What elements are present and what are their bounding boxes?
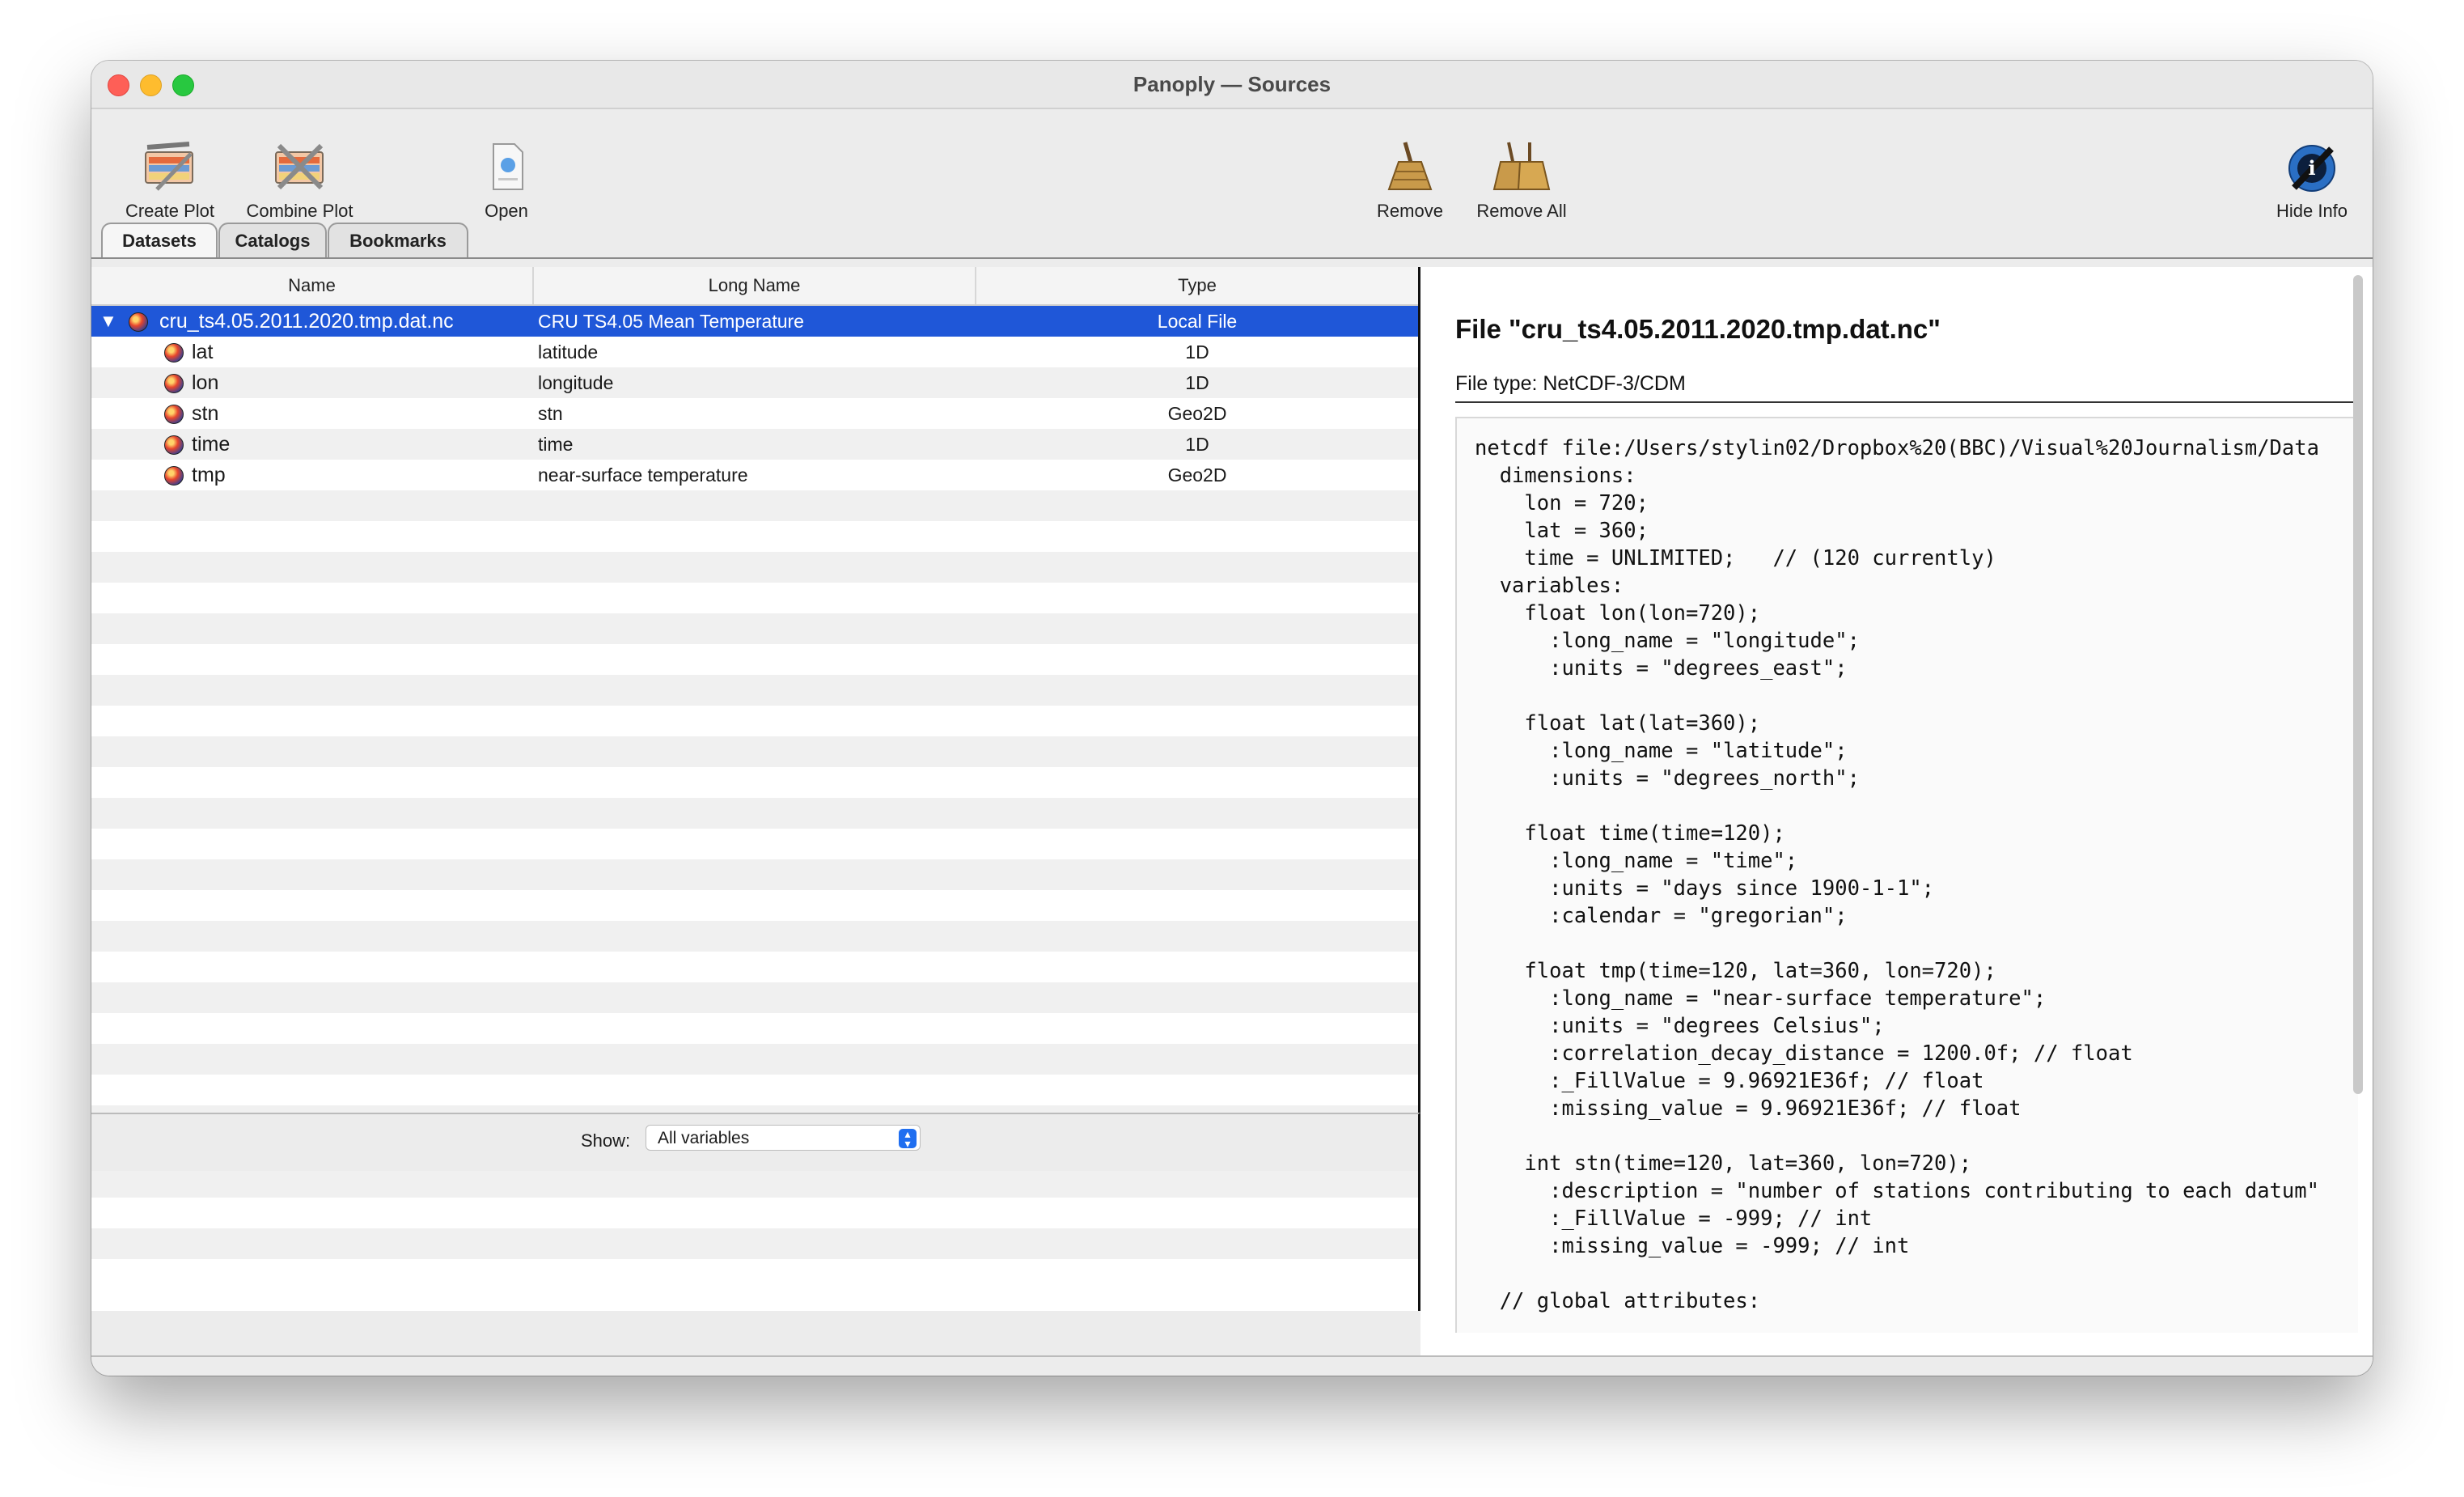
status-bar (91, 1355, 2373, 1376)
table-row[interactable]: ▼ cru_ts4.05.2011.2020.tmp.dat.nc CRU TS… (91, 306, 1418, 337)
open-button[interactable]: Open (470, 138, 543, 222)
table-row[interactable]: lat latitude 1D (91, 337, 1418, 367)
row-name: time (192, 433, 231, 456)
empty-table-row (91, 767, 1418, 798)
table-row[interactable]: stn stn Geo2D (91, 398, 1418, 429)
svg-text:i: i (2308, 156, 2315, 180)
combine-plot-icon (271, 138, 329, 196)
table-row[interactable]: time time 1D (91, 429, 1418, 460)
row-name: stn (192, 402, 219, 425)
hide-info-label: Hide Info (2276, 201, 2348, 221)
empty-table-row (91, 552, 1418, 583)
show-variables-select[interactable]: All variables ▴ ▾ (646, 1125, 921, 1151)
create-plot-icon (141, 138, 199, 196)
column-header-type[interactable]: Type (976, 267, 1418, 304)
combine-plot-label: Combine Plot (246, 201, 354, 221)
empty-table-row (91, 490, 1418, 521)
create-plot-label: Create Plot (125, 201, 215, 221)
table-footer: Show: All variables ▴ ▾ (91, 1113, 1420, 1171)
row-type: 1D (1185, 372, 1209, 393)
row-name: lon (192, 371, 219, 394)
select-arrows-icon: ▴ ▾ (899, 1128, 917, 1149)
show-label: Show: (581, 1130, 631, 1151)
tab-divider (91, 257, 2373, 259)
variable-globe-icon (164, 435, 184, 455)
empty-table-row (91, 644, 1418, 675)
file-title: File "cru_ts4.05.2011.2020.tmp.dat.nc" (1455, 314, 1941, 344)
empty-table-row (91, 952, 1418, 982)
row-long-name: latitude (538, 341, 599, 363)
empty-table-row (91, 829, 1418, 859)
tab-catalogs[interactable]: Catalogs (218, 223, 327, 258)
info-panel: File "cru_ts4.05.2011.2020.tmp.dat.nc" F… (1420, 267, 2373, 1376)
open-label: Open (485, 201, 528, 221)
empty-table-row (91, 982, 1418, 1013)
empty-table-row (91, 706, 1418, 736)
row-long-name: longitude (538, 372, 614, 393)
create-plot-button[interactable]: Create Plot (109, 138, 231, 222)
show-select-value: All variables (658, 1129, 750, 1147)
tab-bookmarks[interactable]: Bookmarks (328, 223, 468, 258)
vertical-scrollbar[interactable] (2353, 275, 2363, 1094)
empty-table-row (91, 1075, 1418, 1105)
remove-all-label: Remove All (1476, 201, 1567, 221)
title-bar: Panoply — Sources (91, 61, 2373, 109)
empty-table-row (91, 798, 1418, 829)
empty-table-row (91, 1198, 1418, 1228)
tab-datasets[interactable]: Datasets (101, 223, 218, 258)
row-name: cru_ts4.05.2011.2020.tmp.dat.nc (159, 310, 454, 333)
info-globe-icon: i (2283, 138, 2341, 196)
row-long-name: time (538, 434, 574, 455)
empty-table-row (91, 583, 1418, 613)
variable-globe-icon (164, 466, 184, 486)
row-type: Local File (1157, 311, 1238, 332)
disclosure-triangle-icon[interactable]: ▼ (99, 311, 117, 332)
window-title: Panoply — Sources (1133, 72, 1331, 96)
table-header: Name Long Name Type (91, 267, 1418, 306)
empty-table-row (91, 1013, 1418, 1044)
brooms-icon (1492, 138, 1551, 196)
empty-table-row (91, 736, 1418, 767)
row-type: Geo2D (1167, 403, 1227, 424)
row-type: Geo2D (1167, 464, 1227, 486)
row-name: tmp (192, 464, 226, 486)
row-long-name: CRU TS4.05 Mean Temperature (538, 311, 804, 332)
column-header-name[interactable]: Name (91, 267, 534, 304)
remove-button[interactable]: Remove (1370, 138, 1450, 222)
table-row[interactable]: lon longitude 1D (91, 367, 1418, 398)
variable-globe-icon (164, 405, 184, 424)
row-type: 1D (1185, 434, 1209, 455)
empty-table-row (91, 921, 1418, 952)
hide-info-button[interactable]: i Hide Info (2267, 138, 2356, 222)
remove-label: Remove (1377, 201, 1443, 221)
panoply-window: Panoply — Sources Create Plot Combine Pl… (91, 61, 2373, 1376)
metadata-text: netcdf file:/Users/stylin02/Dropbox%20(B… (1475, 436, 2319, 1313)
row-name: lat (192, 341, 214, 363)
info-divider (1455, 401, 2356, 403)
broom-icon (1381, 138, 1439, 196)
table-row[interactable]: tmp near-surface temperature Geo2D (91, 460, 1418, 490)
empty-table-row (91, 613, 1418, 644)
empty-table-row (91, 1228, 1418, 1259)
row-long-name: stn (538, 403, 563, 424)
dataset-file-icon (129, 312, 148, 332)
empty-table-row (91, 859, 1418, 890)
combine-plot-button[interactable]: Combine Plot (233, 138, 366, 222)
variable-globe-icon (164, 343, 184, 363)
row-type: 1D (1185, 341, 1209, 363)
column-header-long-name[interactable]: Long Name (534, 267, 976, 304)
empty-table-row (91, 890, 1418, 921)
empty-table-row (91, 521, 1418, 552)
variable-globe-icon (164, 374, 184, 393)
row-long-name: near-surface temperature (538, 464, 748, 486)
empty-table-row (91, 1167, 1418, 1198)
file-type: File type: NetCDF-3/CDM (1455, 372, 1686, 395)
empty-table-row (91, 1044, 1418, 1075)
empty-table-row (91, 1259, 1418, 1290)
open-file-icon (477, 138, 536, 196)
metadata-text-area[interactable]: netcdf file:/Users/stylin02/Dropbox%20(B… (1455, 417, 2358, 1333)
remove-all-button[interactable]: Remove All (1469, 138, 1574, 222)
empty-table-row (91, 675, 1418, 706)
